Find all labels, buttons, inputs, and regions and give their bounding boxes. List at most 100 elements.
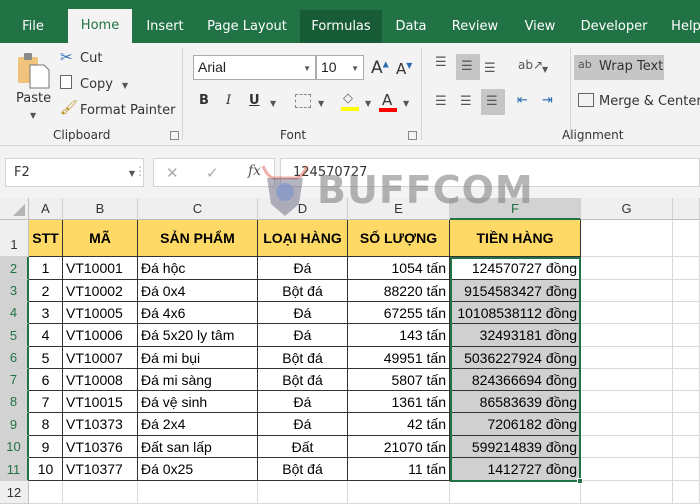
cell-san-pham[interactable]: Đá 5x20 ly tâm: [138, 324, 258, 347]
row-header-10[interactable]: 10: [0, 436, 29, 458]
cell-loai-hang[interactable]: Đá: [258, 324, 348, 347]
cell-stt[interactable]: 4: [29, 324, 63, 347]
cell-loai-hang[interactable]: Bột đá: [258, 458, 348, 481]
cell-loai-hang[interactable]: Bột đá: [258, 280, 348, 302]
cell-stt[interactable]: 10: [29, 458, 63, 481]
cell-san-pham[interactable]: Đá mi bụi: [138, 347, 258, 369]
row-header-9[interactable]: 9: [0, 413, 29, 436]
empty-cell[interactable]: [673, 369, 700, 391]
empty-cell[interactable]: [29, 481, 63, 504]
empty-cell[interactable]: [581, 324, 673, 347]
cell-san-pham[interactable]: Đá 2x4: [138, 413, 258, 436]
row-header-1[interactable]: 1: [0, 220, 29, 257]
header-cell-stt[interactable]: STT: [29, 220, 63, 257]
cell-so-luong[interactable]: 11 tấn: [348, 458, 450, 481]
empty-cell[interactable]: [581, 391, 673, 413]
empty-cell[interactable]: [673, 458, 700, 481]
tab-home[interactable]: Home: [68, 9, 132, 43]
header-cell-san-pham[interactable]: SẢN PHẨM: [138, 220, 258, 257]
font-color-dropdown-icon[interactable]: ▼: [403, 99, 409, 108]
orientation-dropdown-icon[interactable]: ▼: [542, 65, 548, 74]
name-box[interactable]: F2 ▼: [5, 158, 144, 187]
cell-so-luong[interactable]: 1054 tấn: [348, 257, 450, 280]
empty-cell[interactable]: [581, 436, 673, 458]
fill-color-button[interactable]: ◇: [340, 91, 362, 113]
empty-cell[interactable]: [673, 257, 700, 280]
cell-so-luong[interactable]: 143 tấn: [348, 324, 450, 347]
cell-ma[interactable]: VT10008: [63, 369, 138, 391]
cell-stt[interactable]: 5: [29, 347, 63, 369]
cell-san-pham[interactable]: Đá hộc: [138, 257, 258, 280]
cell-ma[interactable]: VT10377: [63, 458, 138, 481]
empty-cell[interactable]: [258, 481, 348, 504]
row-header-11[interactable]: 11: [0, 458, 29, 481]
cell-so-luong[interactable]: 21070 tấn: [348, 436, 450, 458]
empty-cell[interactable]: [673, 436, 700, 458]
empty-cell[interactable]: [581, 458, 673, 481]
font-name-dropdown-icon[interactable]: ▼: [303, 64, 311, 73]
tab-review[interactable]: Review: [444, 10, 506, 43]
font-size-combo[interactable]: 10 ▼: [316, 55, 364, 80]
cell-ma[interactable]: VT10015: [63, 391, 138, 413]
header-cell-tien-hang[interactable]: TIỀN HÀNG: [450, 220, 581, 257]
empty-cell[interactable]: [581, 413, 673, 436]
cell-so-luong[interactable]: 5807 tấn: [348, 369, 450, 391]
cell-ma[interactable]: VT10373: [63, 413, 138, 436]
cell-tien-hang[interactable]: 124570727 đồng: [450, 257, 581, 280]
cell-san-pham[interactable]: Đất san lấp: [138, 436, 258, 458]
copy-button[interactable]: Copy ▼: [58, 74, 138, 94]
decrease-font-size-icon[interactable]: A▼: [396, 60, 412, 78]
row-header-6[interactable]: 6: [0, 347, 29, 369]
cell-tien-hang[interactable]: 32493181 đồng: [450, 324, 581, 347]
underline-button[interactable]: U: [249, 93, 260, 108]
cancel-icon[interactable]: ✕: [166, 164, 179, 182]
empty-cell[interactable]: [581, 257, 673, 280]
column-header-g[interactable]: G: [581, 198, 673, 220]
empty-cell[interactable]: [581, 481, 673, 504]
top-align-icon[interactable]: ☰: [435, 55, 447, 70]
cell-tien-hang[interactable]: 1412727 đồng: [450, 458, 581, 481]
cell-san-pham[interactable]: Đá 4x6: [138, 302, 258, 324]
cell-loai-hang[interactable]: Đá: [258, 391, 348, 413]
bottom-align-icon[interactable]: ☰: [484, 61, 496, 76]
cell-loai-hang[interactable]: Đá: [258, 302, 348, 324]
cell-ma[interactable]: VT10001: [63, 257, 138, 280]
orientation-icon[interactable]: ab↗: [518, 58, 543, 72]
tab-view[interactable]: View: [516, 10, 564, 43]
empty-cell[interactable]: [138, 481, 258, 504]
empty-cell[interactable]: [348, 481, 450, 504]
empty-cell[interactable]: [581, 280, 673, 302]
font-dialog-launcher-icon[interactable]: [408, 131, 417, 140]
increase-font-size-icon[interactable]: A▲: [371, 58, 389, 78]
cell-stt[interactable]: 9: [29, 436, 63, 458]
header-cell-so-luong[interactable]: SỐ LƯỢNG: [348, 220, 450, 257]
empty-cell[interactable]: [673, 481, 700, 504]
column-header-a[interactable]: A: [29, 198, 63, 220]
empty-cell[interactable]: [63, 481, 138, 504]
insert-function-icon[interactable]: fx: [248, 163, 261, 179]
enter-icon[interactable]: ✓: [206, 164, 219, 182]
cell-tien-hang[interactable]: 7206182 đồng: [450, 413, 581, 436]
tab-formulas[interactable]: Formulas: [300, 10, 382, 43]
column-header-f[interactable]: F: [450, 198, 581, 220]
row-header-5[interactable]: 5: [0, 324, 29, 347]
select-all-button[interactable]: [0, 198, 29, 220]
font-color-button[interactable]: A: [378, 91, 400, 113]
cell-loai-hang[interactable]: Bột đá: [258, 347, 348, 369]
empty-cell[interactable]: [673, 413, 700, 436]
cell-tien-hang[interactable]: 9154583427 đồng: [450, 280, 581, 302]
cell-ma[interactable]: VT10006: [63, 324, 138, 347]
tab-developer[interactable]: Developer: [574, 10, 654, 43]
row-header-7[interactable]: 7: [0, 369, 29, 391]
empty-cell[interactable]: [673, 347, 700, 369]
column-header-d[interactable]: D: [258, 198, 348, 220]
paste-dropdown-icon[interactable]: ▼: [30, 111, 36, 120]
column-header-h[interactable]: [673, 198, 700, 220]
increase-indent-icon[interactable]: ⇥: [542, 93, 553, 108]
cut-button[interactable]: ✂ Cut: [58, 48, 118, 69]
cell-so-luong[interactable]: 49951 tấn: [348, 347, 450, 369]
cell-tien-hang[interactable]: 86583639 đồng: [450, 391, 581, 413]
header-cell-loai-hang[interactable]: LOẠI HÀNG: [258, 220, 348, 257]
fill-color-dropdown-icon[interactable]: ▼: [365, 99, 371, 108]
empty-cell[interactable]: [581, 347, 673, 369]
